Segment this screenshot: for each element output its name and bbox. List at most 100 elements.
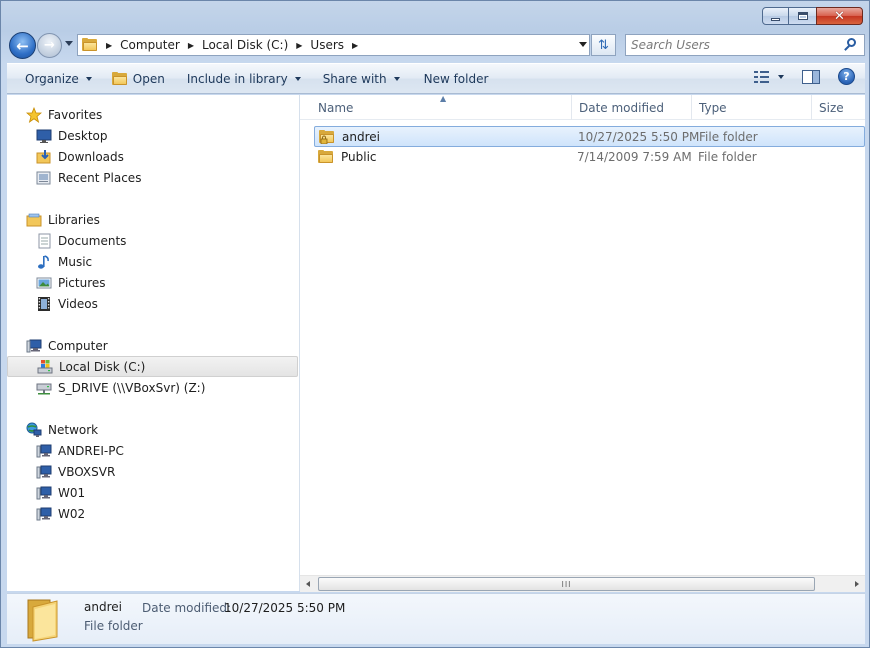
search-input[interactable] [626, 36, 842, 54]
network-drive-icon [36, 380, 52, 396]
forward-arrow-icon: → [44, 38, 55, 53]
network-icon [26, 422, 42, 438]
file-list-pane: ▲ Name Date modified Type Size andrei 10… [300, 94, 865, 591]
scroll-right-arrow-icon[interactable] [855, 581, 859, 587]
sidebar-item-label: ANDREI-PC [58, 443, 124, 458]
sidebar-group-network[interactable]: Network [7, 419, 298, 440]
sidebar-item-label: Recent Places [58, 170, 142, 185]
sidebar-group-libraries[interactable]: Libraries [7, 209, 298, 230]
chevron-down-icon [294, 76, 301, 81]
details-date-value: 10/27/2025 5:50 PM [224, 601, 346, 615]
computer-icon [36, 485, 52, 501]
include-in-library-button[interactable]: Include in library [178, 68, 310, 90]
file-name: andrei [342, 129, 380, 144]
breadcrumb-local-disk[interactable]: Local Disk (C:) [202, 38, 288, 52]
sidebar-item-desktop[interactable]: Desktop [7, 125, 298, 146]
locked-folder-icon [319, 129, 335, 144]
breadcrumb-separator-icon[interactable]: ▶ [296, 41, 302, 50]
sidebar-item-label: W02 [58, 506, 86, 521]
sidebar-item-label: VBOXSVR [58, 464, 116, 479]
search-box[interactable] [625, 34, 865, 56]
minimize-button[interactable] [762, 7, 789, 25]
refresh-button[interactable]: ⇅ [591, 34, 616, 56]
maximize-button[interactable] [789, 7, 816, 25]
address-bar[interactable]: ▶ Computer ▶ Local Disk (C:) ▶ Users ▶ [77, 34, 590, 56]
documents-icon [36, 233, 52, 249]
sidebar-item-w02[interactable]: W02 [7, 503, 298, 524]
details-name: andrei [84, 600, 122, 614]
sidebar-group-label: Network [48, 422, 99, 437]
music-icon [36, 254, 52, 270]
column-header-row: ▲ Name Date modified Type Size [300, 94, 865, 120]
sidebar-item-music[interactable]: Music [7, 251, 298, 272]
back-button[interactable]: ← [9, 32, 36, 59]
sidebar-item-videos[interactable]: Videos [7, 293, 298, 314]
videos-icon [36, 296, 52, 312]
sidebar-item-w01[interactable]: W01 [7, 482, 298, 503]
navigation-bar: ← → ▶ Computer ▶ Local Disk (C:) ▶ Users… [7, 32, 865, 59]
help-icon[interactable]: ? [838, 68, 855, 85]
column-size[interactable]: Size [812, 95, 865, 120]
sidebar-item-downloads[interactable]: Downloads [7, 146, 298, 167]
sidebar-item-label: Pictures [58, 275, 106, 290]
breadcrumb-separator-icon[interactable]: ▶ [106, 41, 112, 50]
preview-pane-icon[interactable] [802, 69, 820, 84]
sidebar-item-label: Local Disk (C:) [59, 359, 146, 374]
desktop-icon [36, 128, 52, 144]
sidebar-group-favorites[interactable]: Favorites [7, 104, 298, 125]
share-with-button[interactable]: Share with [314, 68, 409, 90]
chevron-down-icon [85, 76, 92, 81]
chevron-down-icon [393, 76, 400, 81]
windows-drive-icon [37, 359, 53, 375]
explorer-window: ✕ ← → ▶ Computer ▶ Local Disk (C:) ▶ Use… [0, 0, 870, 648]
scroll-left-arrow-icon[interactable] [306, 581, 310, 587]
star-icon [25, 106, 43, 123]
column-date-modified[interactable]: Date modified [572, 95, 692, 120]
scrollbar-thumb[interactable]: III [318, 577, 815, 591]
search-icon[interactable] [842, 36, 860, 54]
computer-icon [26, 338, 42, 354]
breadcrumb-separator-icon[interactable]: ▶ [352, 41, 358, 50]
sidebar-item-recent-places[interactable]: Recent Places [7, 167, 298, 188]
folder-icon [318, 149, 334, 164]
file-row[interactable]: Public 7/14/2009 7:59 AM File folder [314, 147, 865, 168]
details-date-label: Date modified: [142, 601, 232, 615]
breadcrumb-users[interactable]: Users [310, 38, 344, 52]
column-name[interactable]: Name [311, 95, 572, 120]
close-button[interactable]: ✕ [816, 7, 863, 25]
file-name: Public [341, 149, 377, 164]
sidebar-item-local-disk[interactable]: Local Disk (C:) [7, 356, 298, 377]
sidebar-item-pictures[interactable]: Pictures [7, 272, 298, 293]
navigation-pane: Favorites Desktop Downloads Recent Place… [7, 95, 300, 591]
file-type: File folder [698, 149, 757, 164]
recent-pages-dropdown[interactable] [65, 41, 73, 46]
sidebar-item-documents[interactable]: Documents [7, 230, 298, 251]
new-folder-label: New folder [423, 71, 489, 86]
command-bar: Organize Open Include in library Share w… [7, 63, 865, 94]
sidebar-group-computer[interactable]: Computer [7, 335, 298, 356]
large-folder-icon [25, 597, 59, 642]
minimize-icon [771, 17, 780, 21]
organize-button[interactable]: Organize [16, 68, 101, 90]
sidebar-item-andrei-pc[interactable]: ANDREI-PC [7, 440, 298, 461]
new-folder-button[interactable]: New folder [415, 68, 498, 90]
address-history-dropdown[interactable] [579, 42, 587, 47]
open-button[interactable]: Open [103, 68, 174, 90]
sidebar-item-label: Desktop [58, 128, 108, 143]
forward-button[interactable]: → [37, 33, 62, 58]
file-type: File folder [699, 129, 758, 144]
sidebar-item-label: Downloads [58, 149, 124, 164]
sidebar-item-vboxsvr[interactable]: VBOXSVR [7, 461, 298, 482]
change-view-icon[interactable] [754, 70, 770, 84]
file-row[interactable]: andrei 10/27/2025 5:50 PM File folder [314, 126, 865, 147]
folder-icon [82, 38, 98, 52]
horizontal-scrollbar[interactable]: III [300, 575, 865, 592]
breadcrumb-computer[interactable]: Computer [120, 38, 180, 52]
breadcrumb-separator-icon[interactable]: ▶ [188, 41, 194, 50]
sidebar-item-network-drive[interactable]: S_DRIVE (\\VBoxSvr) (Z:) [7, 377, 298, 398]
downloads-icon [36, 149, 52, 165]
view-options-dropdown[interactable] [778, 74, 784, 79]
column-type[interactable]: Type [692, 95, 812, 120]
computer-icon [36, 443, 52, 459]
sidebar-item-label: Music [58, 254, 93, 269]
